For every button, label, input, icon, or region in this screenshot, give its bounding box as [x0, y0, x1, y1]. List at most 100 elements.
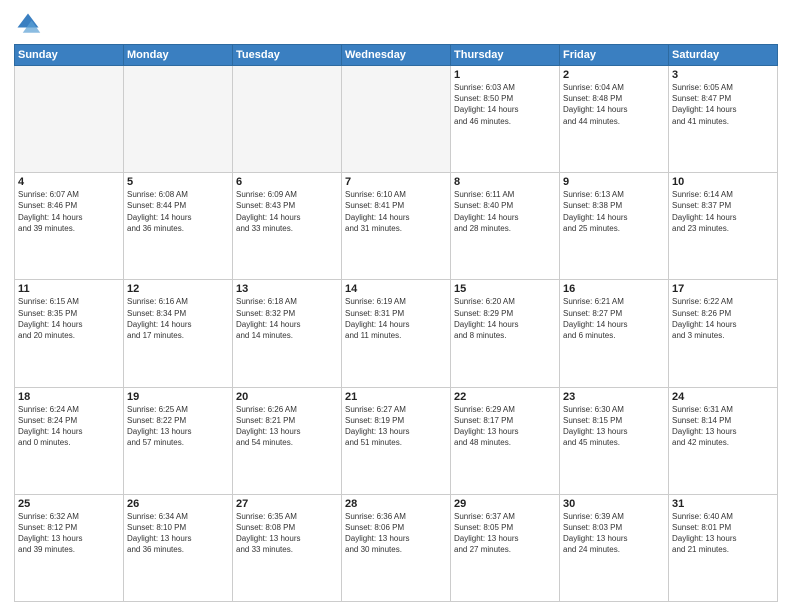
- table-row: 6Sunrise: 6:09 AMSunset: 8:43 PMDaylight…: [233, 173, 342, 280]
- day-info: Sunrise: 6:11 AMSunset: 8:40 PMDaylight:…: [454, 189, 556, 234]
- day-number: 16: [563, 283, 665, 295]
- calendar-row: 11Sunrise: 6:15 AMSunset: 8:35 PMDayligh…: [15, 280, 778, 387]
- day-info: Sunrise: 6:31 AMSunset: 8:14 PMDaylight:…: [672, 404, 774, 449]
- table-row: 8Sunrise: 6:11 AMSunset: 8:40 PMDaylight…: [451, 173, 560, 280]
- day-info: Sunrise: 6:07 AMSunset: 8:46 PMDaylight:…: [18, 189, 120, 234]
- table-row: 12Sunrise: 6:16 AMSunset: 8:34 PMDayligh…: [124, 280, 233, 387]
- col-friday: Friday: [560, 45, 669, 66]
- day-info: Sunrise: 6:08 AMSunset: 8:44 PMDaylight:…: [127, 189, 229, 234]
- day-info: Sunrise: 6:05 AMSunset: 8:47 PMDaylight:…: [672, 82, 774, 127]
- table-row: 4Sunrise: 6:07 AMSunset: 8:46 PMDaylight…: [15, 173, 124, 280]
- day-number: 17: [672, 283, 774, 295]
- table-row: 14Sunrise: 6:19 AMSunset: 8:31 PMDayligh…: [342, 280, 451, 387]
- day-info: Sunrise: 6:10 AMSunset: 8:41 PMDaylight:…: [345, 189, 447, 234]
- table-row: 13Sunrise: 6:18 AMSunset: 8:32 PMDayligh…: [233, 280, 342, 387]
- day-info: Sunrise: 6:39 AMSunset: 8:03 PMDaylight:…: [563, 511, 665, 556]
- table-row: 2Sunrise: 6:04 AMSunset: 8:48 PMDaylight…: [560, 66, 669, 173]
- day-info: Sunrise: 6:32 AMSunset: 8:12 PMDaylight:…: [18, 511, 120, 556]
- table-row: 20Sunrise: 6:26 AMSunset: 8:21 PMDayligh…: [233, 387, 342, 494]
- table-row: 22Sunrise: 6:29 AMSunset: 8:17 PMDayligh…: [451, 387, 560, 494]
- calendar-row: 25Sunrise: 6:32 AMSunset: 8:12 PMDayligh…: [15, 494, 778, 601]
- col-tuesday: Tuesday: [233, 45, 342, 66]
- day-info: Sunrise: 6:15 AMSunset: 8:35 PMDaylight:…: [18, 296, 120, 341]
- day-number: 26: [127, 498, 229, 510]
- col-monday: Monday: [124, 45, 233, 66]
- day-info: Sunrise: 6:20 AMSunset: 8:29 PMDaylight:…: [454, 296, 556, 341]
- table-row: [15, 66, 124, 173]
- header: [14, 10, 778, 38]
- table-row: 17Sunrise: 6:22 AMSunset: 8:26 PMDayligh…: [669, 280, 778, 387]
- table-row: 19Sunrise: 6:25 AMSunset: 8:22 PMDayligh…: [124, 387, 233, 494]
- day-number: 29: [454, 498, 556, 510]
- day-number: 30: [563, 498, 665, 510]
- calendar-body: 1Sunrise: 6:03 AMSunset: 8:50 PMDaylight…: [15, 66, 778, 602]
- day-number: 22: [454, 391, 556, 403]
- day-number: 19: [127, 391, 229, 403]
- table-row: 11Sunrise: 6:15 AMSunset: 8:35 PMDayligh…: [15, 280, 124, 387]
- day-info: Sunrise: 6:26 AMSunset: 8:21 PMDaylight:…: [236, 404, 338, 449]
- day-number: 5: [127, 176, 229, 188]
- day-number: 14: [345, 283, 447, 295]
- table-row: 3Sunrise: 6:05 AMSunset: 8:47 PMDaylight…: [669, 66, 778, 173]
- table-row: 16Sunrise: 6:21 AMSunset: 8:27 PMDayligh…: [560, 280, 669, 387]
- day-info: Sunrise: 6:22 AMSunset: 8:26 PMDaylight:…: [672, 296, 774, 341]
- day-number: 27: [236, 498, 338, 510]
- day-info: Sunrise: 6:13 AMSunset: 8:38 PMDaylight:…: [563, 189, 665, 234]
- day-info: Sunrise: 6:34 AMSunset: 8:10 PMDaylight:…: [127, 511, 229, 556]
- table-row: 21Sunrise: 6:27 AMSunset: 8:19 PMDayligh…: [342, 387, 451, 494]
- day-number: 18: [18, 391, 120, 403]
- day-number: 10: [672, 176, 774, 188]
- day-info: Sunrise: 6:36 AMSunset: 8:06 PMDaylight:…: [345, 511, 447, 556]
- table-row: 25Sunrise: 6:32 AMSunset: 8:12 PMDayligh…: [15, 494, 124, 601]
- day-info: Sunrise: 6:30 AMSunset: 8:15 PMDaylight:…: [563, 404, 665, 449]
- table-row: 18Sunrise: 6:24 AMSunset: 8:24 PMDayligh…: [15, 387, 124, 494]
- day-number: 28: [345, 498, 447, 510]
- day-number: 9: [563, 176, 665, 188]
- col-saturday: Saturday: [669, 45, 778, 66]
- col-sunday: Sunday: [15, 45, 124, 66]
- table-row: 31Sunrise: 6:40 AMSunset: 8:01 PMDayligh…: [669, 494, 778, 601]
- day-number: 21: [345, 391, 447, 403]
- table-row: 9Sunrise: 6:13 AMSunset: 8:38 PMDaylight…: [560, 173, 669, 280]
- table-row: 30Sunrise: 6:39 AMSunset: 8:03 PMDayligh…: [560, 494, 669, 601]
- day-info: Sunrise: 6:03 AMSunset: 8:50 PMDaylight:…: [454, 82, 556, 127]
- day-info: Sunrise: 6:37 AMSunset: 8:05 PMDaylight:…: [454, 511, 556, 556]
- table-row: 10Sunrise: 6:14 AMSunset: 8:37 PMDayligh…: [669, 173, 778, 280]
- table-row: 27Sunrise: 6:35 AMSunset: 8:08 PMDayligh…: [233, 494, 342, 601]
- table-row: [124, 66, 233, 173]
- table-row: 15Sunrise: 6:20 AMSunset: 8:29 PMDayligh…: [451, 280, 560, 387]
- day-info: Sunrise: 6:21 AMSunset: 8:27 PMDaylight:…: [563, 296, 665, 341]
- day-number: 31: [672, 498, 774, 510]
- day-info: Sunrise: 6:27 AMSunset: 8:19 PMDaylight:…: [345, 404, 447, 449]
- table-row: 5Sunrise: 6:08 AMSunset: 8:44 PMDaylight…: [124, 173, 233, 280]
- day-info: Sunrise: 6:04 AMSunset: 8:48 PMDaylight:…: [563, 82, 665, 127]
- day-number: 2: [563, 69, 665, 81]
- day-number: 4: [18, 176, 120, 188]
- day-number: 20: [236, 391, 338, 403]
- page: Sunday Monday Tuesday Wednesday Thursday…: [0, 0, 792, 612]
- day-info: Sunrise: 6:25 AMSunset: 8:22 PMDaylight:…: [127, 404, 229, 449]
- calendar-row: 1Sunrise: 6:03 AMSunset: 8:50 PMDaylight…: [15, 66, 778, 173]
- table-row: 7Sunrise: 6:10 AMSunset: 8:41 PMDaylight…: [342, 173, 451, 280]
- col-thursday: Thursday: [451, 45, 560, 66]
- logo-icon: [14, 10, 42, 38]
- day-number: 1: [454, 69, 556, 81]
- calendar-row: 18Sunrise: 6:24 AMSunset: 8:24 PMDayligh…: [15, 387, 778, 494]
- day-number: 25: [18, 498, 120, 510]
- day-number: 8: [454, 176, 556, 188]
- calendar-header: Sunday Monday Tuesday Wednesday Thursday…: [15, 45, 778, 66]
- table-row: 24Sunrise: 6:31 AMSunset: 8:14 PMDayligh…: [669, 387, 778, 494]
- day-info: Sunrise: 6:18 AMSunset: 8:32 PMDaylight:…: [236, 296, 338, 341]
- calendar-table: Sunday Monday Tuesday Wednesday Thursday…: [14, 44, 778, 602]
- day-number: 7: [345, 176, 447, 188]
- table-row: [233, 66, 342, 173]
- day-info: Sunrise: 6:40 AMSunset: 8:01 PMDaylight:…: [672, 511, 774, 556]
- day-number: 23: [563, 391, 665, 403]
- day-number: 6: [236, 176, 338, 188]
- calendar-row: 4Sunrise: 6:07 AMSunset: 8:46 PMDaylight…: [15, 173, 778, 280]
- table-row: 1Sunrise: 6:03 AMSunset: 8:50 PMDaylight…: [451, 66, 560, 173]
- day-number: 15: [454, 283, 556, 295]
- col-wednesday: Wednesday: [342, 45, 451, 66]
- day-number: 3: [672, 69, 774, 81]
- table-row: 28Sunrise: 6:36 AMSunset: 8:06 PMDayligh…: [342, 494, 451, 601]
